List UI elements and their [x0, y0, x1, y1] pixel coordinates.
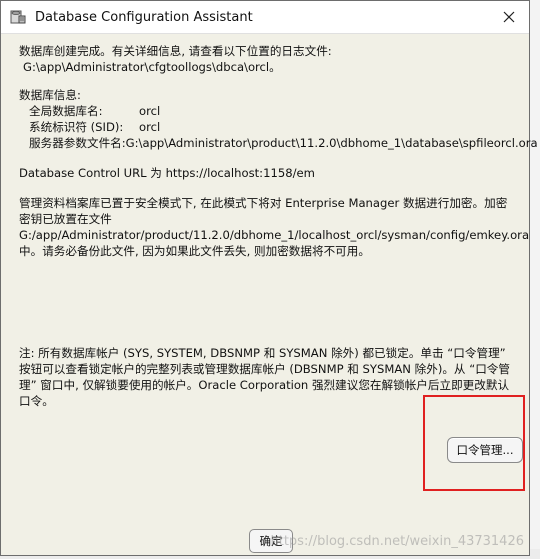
account-lock-note: 注: 所有数据库帐户 (SYS, SYSTEM, DBSNMP 和 SYSMAN… — [19, 346, 510, 408]
close-icon — [503, 11, 515, 23]
info-row-spfile: 服务器参数文件名: G:\app\Administrator\product\1… — [19, 135, 538, 151]
info-label: 服务器参数文件名: — [29, 136, 126, 150]
dbca-dialog: Database Configuration Assistant 数据库创建完成… — [0, 0, 538, 556]
title-bar[interactable]: Database Configuration Assistant — [1, 1, 529, 34]
creation-complete-text: 数据库创建完成。有关详细信息, 请查看以下位置的日志文件: — [19, 44, 332, 58]
ok-button[interactable]: 确定 — [249, 529, 293, 553]
dbca-app-icon — [10, 10, 26, 24]
log-path-text: G:\app\Administrator\cfgtoollogs\dbca\or… — [23, 60, 281, 74]
info-row-global-name: 全局数据库名: orcl — [19, 103, 519, 119]
info-value: G:\app\Administrator\product\11.2.0\dbho… — [125, 136, 538, 150]
password-management-button[interactable]: 口令管理... — [447, 437, 523, 463]
background-window-edge — [529, 0, 540, 559]
info-label: 系统标识符 (SID): — [29, 120, 124, 134]
control-url-text: Database Control URL 为 https://localhost… — [19, 166, 315, 180]
info-label: 全局数据库名: — [29, 104, 103, 118]
db-info-heading: 数据库信息: — [19, 88, 81, 102]
info-value: orcl — [139, 120, 161, 134]
repository-security-text: 管理资料档案库已置于安全模式下, 在此模式下将对 Enterprise Mana… — [19, 196, 530, 258]
message-body: 数据库创建完成。有关详细信息, 请查看以下位置的日志文件: G:\app\Adm… — [19, 43, 538, 409]
info-value: orcl — [139, 104, 161, 118]
close-button[interactable] — [489, 1, 529, 33]
window-title: Database Configuration Assistant — [35, 9, 253, 25]
info-row-sid: 系统标识符 (SID): orcl — [19, 119, 519, 135]
